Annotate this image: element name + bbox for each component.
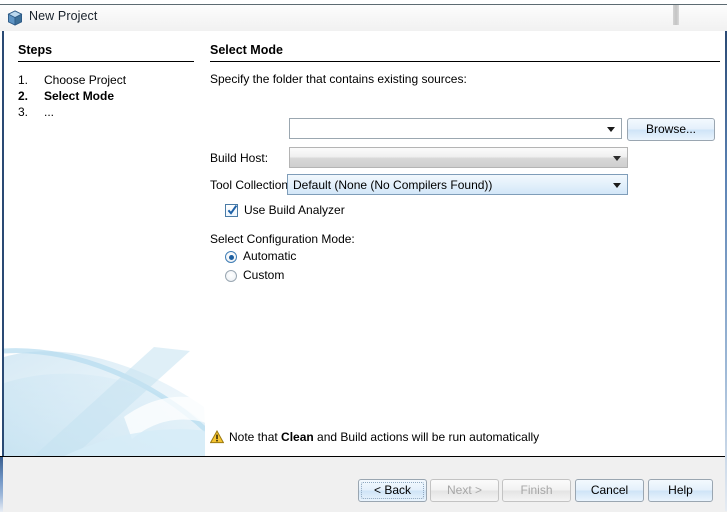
cancel-button[interactable]: Cancel xyxy=(575,479,644,502)
chevron-down-icon[interactable] xyxy=(613,183,621,188)
radio-button-box[interactable] xyxy=(225,251,237,263)
page-title-rule xyxy=(210,61,720,62)
step-item-3: 3. ... xyxy=(18,105,198,121)
tool-collection-combo[interactable]: Default (None (No Compilers Found)) xyxy=(287,174,628,195)
next-button: Next > xyxy=(430,479,499,502)
step-item-1: 1. Choose Project xyxy=(18,73,198,89)
steps-heading: Steps xyxy=(18,43,53,57)
window-titlebar[interactable]: New Project xyxy=(0,4,727,31)
cancel-button-label: Cancel xyxy=(590,483,629,497)
radio-button-box[interactable] xyxy=(225,270,237,282)
radio-selected-dot xyxy=(228,254,234,260)
tool-collection-value: Default (None (No Compilers Found)) xyxy=(293,178,493,192)
chevron-down-icon[interactable] xyxy=(607,127,615,132)
config-mode-label: Select Configuration Mode: xyxy=(210,232,355,246)
steps-heading-rule xyxy=(18,61,194,62)
tool-collection-label: Tool Collection: xyxy=(210,178,292,192)
help-button[interactable]: Help xyxy=(648,479,713,502)
radio-label: Custom xyxy=(243,268,285,282)
step-number: 2. xyxy=(18,89,29,103)
note-emphasis: Clean xyxy=(281,430,314,444)
finish-button: Finish xyxy=(502,479,571,502)
next-button-label: Next > xyxy=(446,483,482,497)
checkbox-box[interactable] xyxy=(225,204,238,217)
window-left-edge-accent xyxy=(0,457,3,512)
build-host-label: Build Host: xyxy=(210,151,269,165)
check-icon xyxy=(227,205,238,215)
step-item-2: 2. Select Mode xyxy=(18,89,198,105)
note-text: Note that Clean and Build actions will b… xyxy=(229,430,539,444)
select-mode-panel: Select Mode Specify the folder that cont… xyxy=(205,31,725,456)
dialog-button-bar: < Back Next > Finish Cancel Help xyxy=(0,456,727,512)
step-number: 1. xyxy=(18,73,29,87)
sources-folder-combo[interactable] xyxy=(289,118,622,139)
browse-button-label: Browse... xyxy=(645,122,696,136)
steps-panel: Steps 1. Choose Project 2. Select Mode 3… xyxy=(2,31,207,456)
step-label: ... xyxy=(44,105,55,119)
note-suffix: and Build actions will be run automatica… xyxy=(313,430,540,444)
decorative-swoosh-graphic xyxy=(4,347,207,456)
help-button-label: Help xyxy=(668,483,693,497)
page-title: Select Mode xyxy=(210,43,283,57)
step-label: Choose Project xyxy=(44,73,127,87)
dialog-body: Steps 1. Choose Project 2. Select Mode 3… xyxy=(0,31,727,456)
window-resize-grip[interactable] xyxy=(673,5,679,25)
step-label: Select Mode xyxy=(44,89,115,103)
chevron-down-icon[interactable] xyxy=(613,156,621,161)
finish-button-label: Finish xyxy=(520,483,553,497)
new-project-dialog: New Project Steps 1. Choose Project 2. S… xyxy=(0,0,727,512)
back-button[interactable]: < Back xyxy=(358,479,427,502)
note-prefix: Note that xyxy=(229,430,282,444)
window-title: New Project xyxy=(29,9,98,23)
checkbox-label: Use Build Analyzer xyxy=(244,203,345,217)
radio-label: Automatic xyxy=(243,249,297,263)
warning-icon xyxy=(210,430,224,444)
browse-button[interactable]: Browse... xyxy=(627,118,715,141)
folder-label: Specify the folder that contains existin… xyxy=(210,72,467,86)
step-number: 3. xyxy=(18,105,29,119)
cube-icon xyxy=(7,10,23,26)
focus-ring xyxy=(361,482,424,499)
build-host-combo[interactable] xyxy=(289,147,628,168)
